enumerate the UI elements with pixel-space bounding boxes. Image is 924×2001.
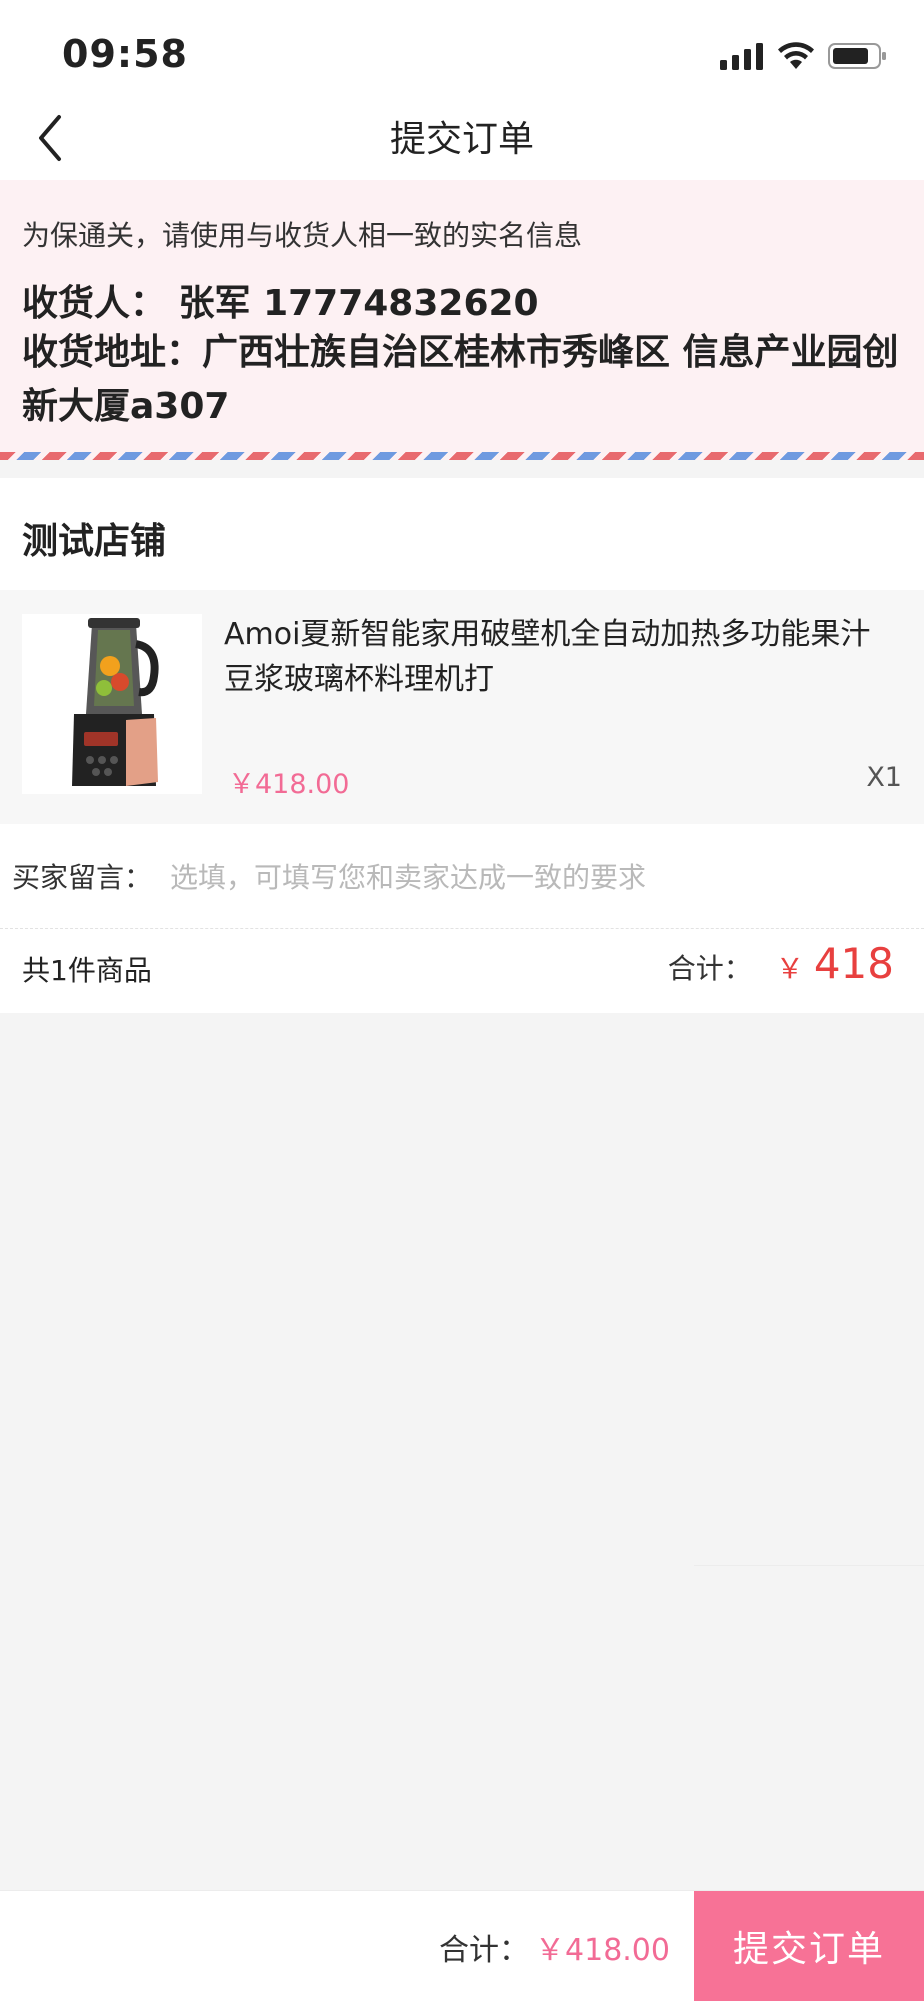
buyer-message-label: 买家留言： xyxy=(12,861,153,894)
chevron-left-icon xyxy=(35,113,65,167)
checkout-total: 合计： ￥418.00 xyxy=(439,1925,670,1969)
product-item[interactable]: Amoi夏新智能家用破壁机全自动加热多功能果汁豆浆玻璃杯料理机打 ￥418.00… xyxy=(0,590,924,824)
buyer-message-input[interactable] xyxy=(168,846,902,908)
status-icons xyxy=(720,40,888,76)
summary-currency: ￥ xyxy=(775,952,804,985)
page-title: 提交订单 xyxy=(389,119,534,160)
shipping-address: 收货地址：广西壮族自治区桂林市秀峰区 信息产业园创新大厦a307 xyxy=(22,332,899,427)
receiver-info: 收货人： 张军 17774832620 xyxy=(22,283,539,324)
summary-total-label: 合计： xyxy=(667,952,752,985)
item-count: 共1件商品 xyxy=(22,954,152,987)
summary-total-amount: 418 xyxy=(813,939,894,988)
battery-icon xyxy=(828,42,888,74)
status-time: 09:58 xyxy=(62,32,188,76)
checkout-bar: 合计： ￥418.00 提交订单 xyxy=(0,1890,924,2001)
order-summary-row: 共1件商品 合计： ￥ 418 xyxy=(0,929,924,1013)
wifi-icon xyxy=(778,42,814,74)
real-name-notice: 为保通关，请使用与收货人相一致的实名信息 xyxy=(22,219,583,252)
checkout-total-label: 合计： xyxy=(439,1933,530,1968)
shop-row: 测试店铺 xyxy=(0,478,924,590)
product-price: ￥418.00 xyxy=(228,769,350,800)
airmail-divider xyxy=(0,452,924,460)
product-title: Amoi夏新智能家用破壁机全自动加热多功能果汁豆浆玻璃杯料理机打 xyxy=(224,617,871,697)
nav-bar: 提交订单 xyxy=(0,100,924,180)
buyer-message-row: 买家留言： xyxy=(0,824,924,929)
summary-total: 合计： ￥ 418 xyxy=(668,939,894,999)
divider xyxy=(694,1565,924,1566)
checkout-total-value: ￥418.00 xyxy=(535,1933,670,1968)
product-image xyxy=(22,614,202,794)
submit-order-button[interactable]: 提交订单 xyxy=(694,1891,924,2001)
address-card[interactable]: 为保通关，请使用与收货人相一致的实名信息 收货人： 张军 17774832620… xyxy=(0,180,924,452)
shop-name: 测试店铺 xyxy=(22,521,167,562)
product-quantity: X1 xyxy=(866,762,902,793)
back-button[interactable] xyxy=(18,106,82,174)
status-bar: 09:58 xyxy=(0,0,924,100)
signal-icon xyxy=(720,42,764,74)
